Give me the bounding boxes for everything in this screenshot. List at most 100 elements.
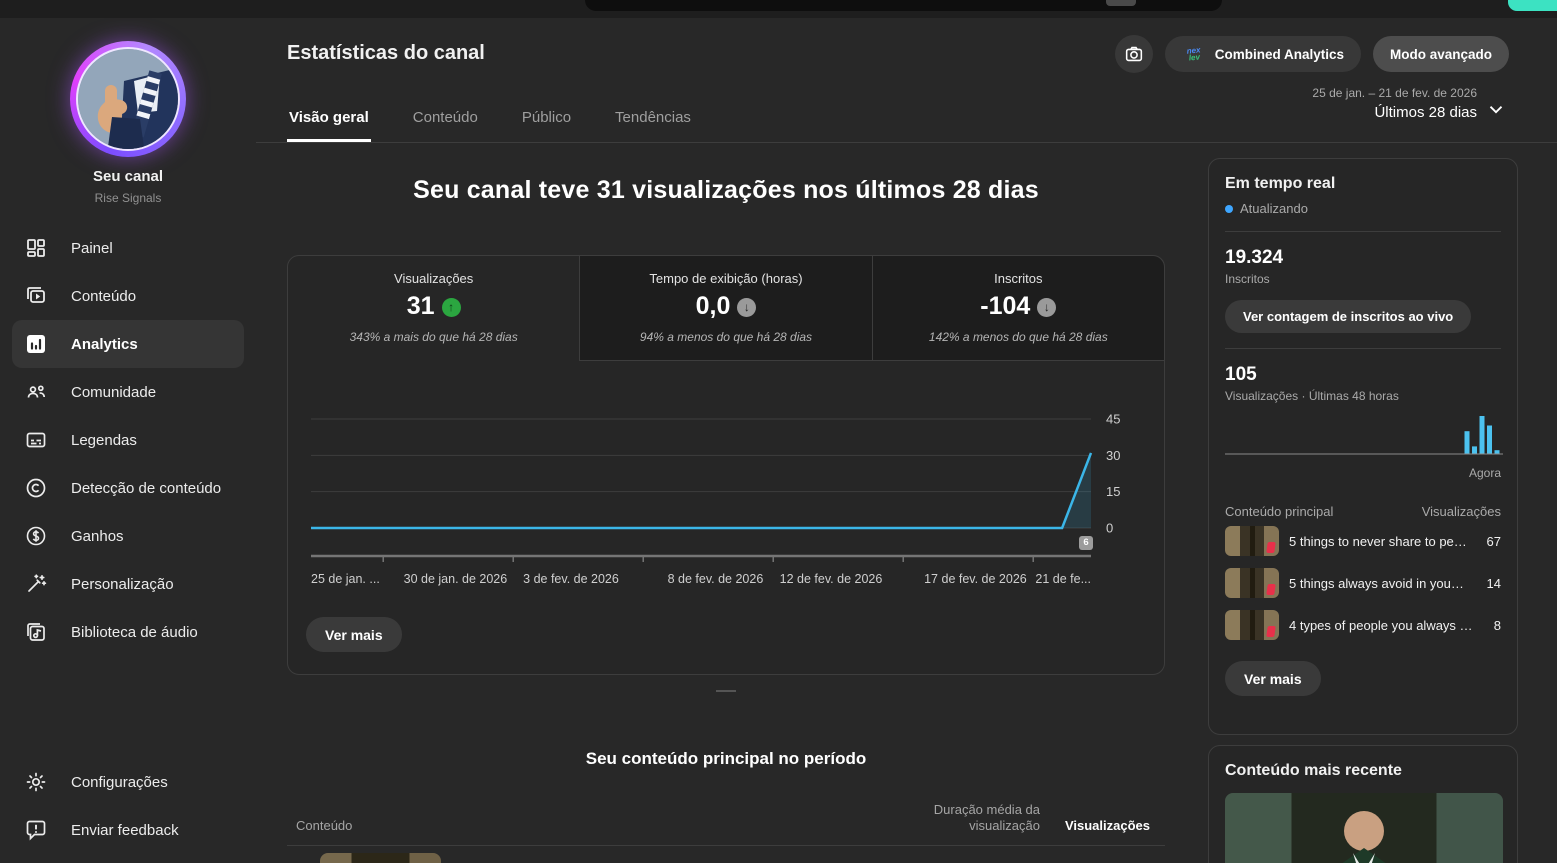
list-header-content: Conteúdo principal	[1225, 504, 1334, 519]
top-content-list-header: Conteúdo principal Visualizações	[1225, 504, 1501, 519]
sidebar-item-label: Analytics	[71, 335, 138, 353]
gear-icon	[26, 772, 46, 792]
trend-down-icon: ↓	[737, 297, 757, 317]
topbar-widget	[1106, 0, 1136, 6]
table-row-thumbnail[interactable]	[320, 853, 441, 863]
channel-avatar-image	[76, 47, 180, 151]
subscribers-label: Inscritos	[1225, 272, 1270, 286]
sidebar-item-label: Configurações	[71, 773, 168, 791]
copyright-icon	[26, 478, 46, 498]
sidebar-item-label: Detecção de conteúdo	[71, 479, 222, 497]
community-icon	[27, 385, 46, 398]
svg-text:30: 30	[1106, 448, 1120, 463]
now-label: Agora	[1468, 466, 1501, 480]
sidebar-item-label: Painel	[71, 239, 113, 257]
sparkline-bar-chart	[1225, 416, 1503, 455]
camera-icon	[1125, 46, 1142, 62]
column-header-duracao[interactable]: Duração média da visualização	[934, 802, 1040, 834]
tab-conteudo[interactable]: Conteúdo	[411, 109, 480, 142]
divider	[1225, 348, 1501, 349]
views-sparkline: Agora	[1225, 413, 1503, 480]
page-title: Estatísticas do canal	[287, 42, 485, 64]
sidebar-item-deteccao[interactable]: Detecção de conteúdo	[12, 464, 244, 512]
content-icon	[27, 287, 45, 303]
tab-visao-geral[interactable]: Visão geral	[287, 109, 371, 142]
sidebar-item-configuracoes[interactable]: Configurações	[12, 758, 244, 806]
divider	[1225, 231, 1501, 232]
section-divider	[716, 690, 736, 692]
recent-video-thumbnail[interactable]	[1225, 793, 1503, 863]
chevron-down-icon[interactable]	[1485, 98, 1507, 120]
screenshot-camera-button[interactable]	[1114, 35, 1153, 73]
sidebar-item-legendas[interactable]: Legendas	[12, 416, 244, 464]
metric-tab-visualizacoes[interactable]: Visualizações 31 ↑ 343% a mais do que há …	[288, 256, 579, 361]
sidebar-item-label: Biblioteca de áudio	[71, 623, 198, 641]
thumbs-up-portrait	[78, 49, 178, 149]
list-header-views: Visualizações	[1421, 504, 1501, 519]
tab-tendencias[interactable]: Tendências	[613, 109, 693, 142]
date-period-text: Últimos 28 dias	[1374, 104, 1477, 121]
video-thumbnail	[1225, 610, 1279, 640]
svg-text:25 de jan. ...: 25 de jan. ...	[311, 572, 380, 586]
channel-name: Seu canal	[92, 168, 164, 185]
sidebar-item-comunidade[interactable]: Comunidade	[12, 368, 244, 416]
realtime-card: Em tempo real Atualizando 19.324 Inscrit…	[1208, 158, 1518, 735]
sidebar-item-analytics[interactable]: Analytics	[12, 320, 244, 368]
combined-analytics-label: Combined Analytics	[1214, 46, 1344, 62]
svg-text:15: 15	[1106, 484, 1120, 499]
tab-publico[interactable]: Público	[520, 109, 573, 142]
nexlev-logo-icon: nex lev	[1185, 45, 1201, 63]
column-header-conteudo: Conteúdo	[296, 818, 353, 833]
subscribers-count: 19.324	[1225, 247, 1284, 268]
chart-end-badge: 6	[1079, 536, 1093, 550]
combined-analytics-button[interactable]: nex lev Combined Analytics	[1164, 36, 1361, 72]
header-actions: nex lev Combined Analytics Modo avançado	[1114, 35, 1509, 73]
metric-tabs: Visualizações 31 ↑ 343% a mais do que há …	[288, 256, 1164, 361]
studio-sidebar: Seu canal Rise Signals Painel Conteúdo A…	[0, 18, 256, 863]
teal-overlay-button[interactable]	[1508, 0, 1557, 11]
green-suit-portrait	[1342, 811, 1386, 863]
video-thumbnail	[1225, 526, 1279, 556]
list-item[interactable]: 5 things always avoid in you… 14	[1225, 563, 1501, 603]
list-item[interactable]: 4 types of people you always … 8	[1225, 605, 1501, 645]
sidebar-item-label: Conteúdo	[71, 287, 137, 305]
advanced-mode-label: Modo avançado	[1389, 46, 1492, 62]
list-item[interactable]: 5 things to never share to pe… 67	[1225, 521, 1501, 561]
sidebar-item-conteudo[interactable]: Conteúdo	[12, 272, 244, 320]
sidebar-item-enviar-feedback[interactable]: Enviar feedback	[12, 806, 244, 854]
channel-avatar[interactable]	[70, 41, 186, 157]
recent-content-title: Conteúdo mais recente	[1225, 762, 1402, 779]
earnings-icon	[26, 526, 46, 546]
svg-text:3 de fev. de 2026: 3 de fev. de 2026	[523, 572, 619, 586]
trend-up-icon: ↑	[441, 297, 461, 317]
sidebar-item-label: Comunidade	[71, 383, 157, 401]
date-range-selector[interactable]: 25 de jan. – 21 de fev. de 2026 Últimos …	[1312, 86, 1477, 121]
sidebar-item-label: Personalização	[71, 575, 174, 593]
analytics-icon	[27, 335, 45, 353]
sidebar-item-ganhos[interactable]: Ganhos	[12, 512, 244, 560]
sidebar-item-personalizacao[interactable]: Personalização	[12, 560, 244, 608]
sidebar-item-biblioteca[interactable]: Biblioteca de áudio	[12, 608, 244, 656]
sidebar-item-painel[interactable]: Painel	[12, 224, 244, 272]
realtime-see-more-button[interactable]: Ver mais	[1225, 661, 1321, 696]
customization-icon	[28, 574, 47, 592]
feedback-icon	[26, 820, 46, 841]
svg-text:21 de fe...: 21 de fe...	[1035, 572, 1091, 586]
live-subscriber-count-button[interactable]: Ver contagem de inscritos ao vivo	[1225, 300, 1472, 333]
sidebar-item-label: Legendas	[71, 431, 137, 449]
overview-headline: Seu canal teve 31 visualizações nos últi…	[413, 176, 1039, 204]
realtime-title: Em tempo real	[1225, 175, 1336, 192]
metric-tab-tempo-exibicao[interactable]: Tempo de exibição (horas) 0,0 ↓ 94% a men…	[579, 256, 872, 361]
page-header: Estatísticas do canal Visão geral Conteú…	[256, 18, 1557, 143]
see-more-button[interactable]: Ver mais	[306, 617, 402, 652]
subtitles-icon	[26, 432, 46, 448]
svg-text:30 de jan. de 2026: 30 de jan. de 2026	[404, 572, 508, 586]
live-dot-icon	[1225, 204, 1233, 213]
channel-handle: Rise Signals	[94, 191, 162, 205]
column-header-visualizacoes[interactable]: Visualizações	[1065, 818, 1150, 833]
sidebar-footer: Configurações Enviar feedback	[0, 758, 256, 854]
advanced-mode-button[interactable]: Modo avançado	[1372, 36, 1509, 72]
sidebar-nav: Painel Conteúdo Analytics Comunidade Leg…	[0, 224, 256, 656]
metric-tab-inscritos[interactable]: Inscritos -104 ↓ 142% a menos do que há 2…	[871, 256, 1164, 361]
analytics-tabs: Visão geral Conteúdo Público Tendências	[287, 109, 693, 142]
